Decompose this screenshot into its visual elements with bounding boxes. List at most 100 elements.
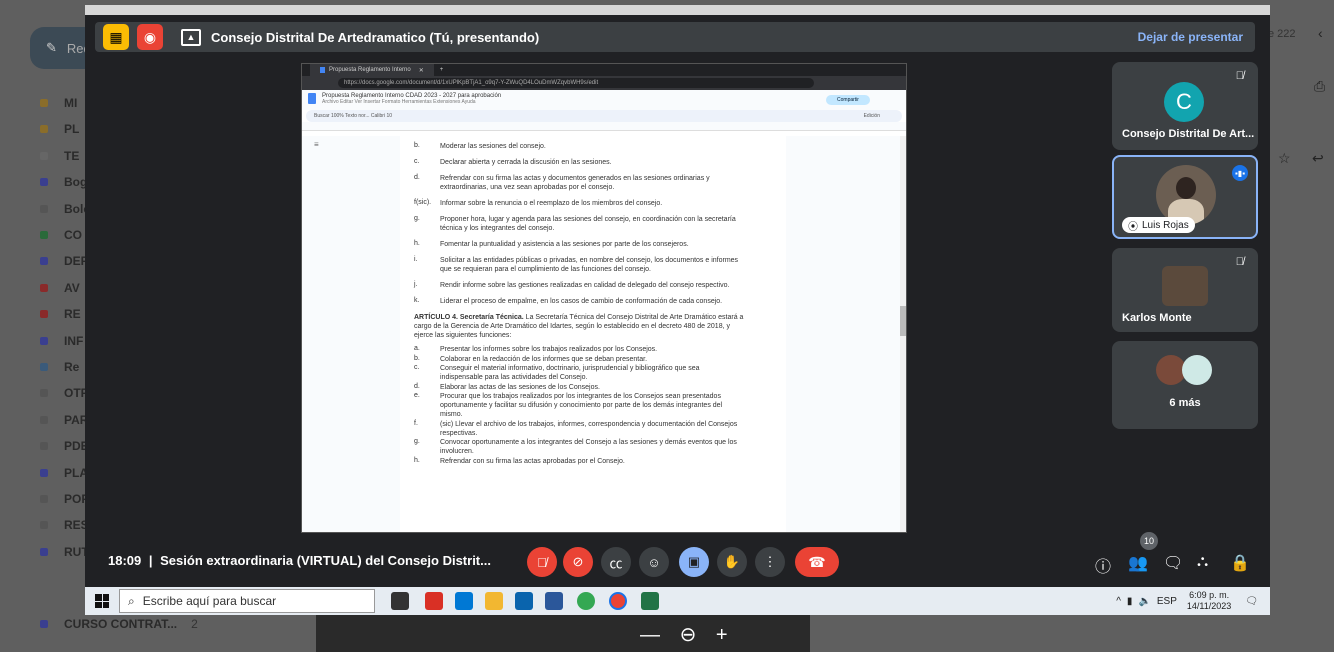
record-icon[interactable]: ◉: [137, 24, 163, 50]
list-marker: i.: [414, 256, 418, 263]
participant-tile-karlos[interactable]: 🎙̸ Karlos Monte: [1112, 248, 1258, 332]
gmail-folder[interactable]: PLA: [40, 460, 88, 486]
volume-icon[interactable]: 🔈: [1138, 596, 1150, 607]
more-participants-tile[interactable]: 6 más: [1112, 341, 1258, 429]
chevron-up-icon[interactable]: ^: [1116, 596, 1121, 607]
activities-icon[interactable]: ⛬: [1197, 553, 1208, 571]
task-view-icon[interactable]: [391, 592, 409, 610]
doc-text-line: Solicitar a las entidades públicas o pri…: [440, 257, 739, 264]
gmail-folder[interactable]: DEF: [40, 248, 88, 274]
participant-tile-consejo[interactable]: 🎙̸ C Consejo Distrital De Art...: [1112, 62, 1258, 150]
gmail-folder[interactable]: RES: [40, 512, 89, 538]
gmail-folder[interactable]: CO: [40, 222, 82, 248]
list-marker: f(sic).: [414, 199, 432, 206]
folder-label: PL: [64, 122, 80, 137]
gmail-folder[interactable]: Bole: [40, 196, 90, 222]
meeting-name: Sesión extraordinaria (VIRTUAL) del Cons…: [160, 553, 491, 568]
file-explorer-icon[interactable]: [485, 592, 503, 610]
close-icon[interactable]: ✕: [419, 67, 424, 74]
gmail-folder[interactable]: AV: [40, 275, 80, 301]
folder-label: MI: [64, 96, 78, 110]
chevron-left-icon[interactable]: ‹: [1318, 25, 1323, 41]
chrome-active-icon[interactable]: [609, 592, 627, 610]
doc-text-line: técnica y los integrantes del consejo.: [440, 225, 555, 232]
window-top-strip: [85, 5, 1270, 15]
gmail-folder[interactable]: RUT: [40, 539, 89, 565]
gmail-folder[interactable]: POF: [40, 486, 89, 512]
label-color-icon: [40, 99, 48, 107]
label-color-icon: [40, 151, 48, 160]
gmail-folder[interactable]: TE: [40, 143, 79, 169]
article-heading: ARTÍCULO 4. Secretaría Técnica. La Secre…: [414, 313, 784, 322]
calculator-icon[interactable]: [545, 592, 563, 610]
camera-toggle-button[interactable]: ⊘: [563, 547, 593, 577]
stop-presenting-button[interactable]: Dejar de presentar: [1138, 30, 1243, 44]
chat-icon[interactable]: 🗨: [1163, 553, 1183, 573]
zoom-out-icon[interactable]: —: [640, 624, 660, 646]
gmail-folder[interactable]: PAR: [40, 407, 88, 433]
battery-icon[interactable]: ▮: [1127, 596, 1133, 607]
gmail-folder-curso[interactable]: CURSO CONTRAT... 2: [40, 617, 198, 631]
doc-text-line: Convocar oportunamente a los integrantes…: [440, 439, 737, 446]
share-button[interactable]: Compartir: [826, 95, 870, 105]
gmail-folder[interactable]: Bog: [40, 169, 87, 195]
hide-tile-icon[interactable]: ▦: [103, 24, 129, 50]
label-color-icon: [40, 204, 48, 213]
browser-tab[interactable]: Propuesta Reglamento Interno ✕: [310, 64, 434, 76]
excel-icon[interactable]: [641, 592, 659, 610]
doc-page: b. Moderar las sesiones del consejo. c. Dec…: [400, 136, 786, 532]
search-icon: ⌕: [128, 593, 135, 608]
doc-text-line: Informar sobre la renuncia o el reemplaz…: [440, 200, 663, 207]
raise-hand-button[interactable]: ✋: [717, 547, 747, 577]
present-button[interactable]: ▣: [679, 547, 709, 577]
chrome-icon[interactable]: [577, 592, 595, 610]
participant-tile-luis[interactable]: ▪▮▪ ⦿ Luis Rojas: [1112, 155, 1258, 239]
edit-mode-dropdown[interactable]: Edición: [864, 110, 880, 122]
gmail-folder[interactable]: INF: [40, 328, 83, 354]
info-icon[interactable]: ⓘ: [1095, 553, 1111, 577]
folder-label: CURSO CONTRAT...: [64, 617, 178, 631]
captions-button[interactable]: ㏄: [601, 547, 631, 577]
shared-screen: Propuesta Reglamento Interno ✕ + https:/…: [301, 63, 907, 533]
doc-text-line: ejerce las siguientes funciones:: [414, 332, 512, 339]
more-count: 6 más: [1169, 397, 1201, 409]
doc-text-line: Presentar los informes sobre los trabajo…: [440, 346, 658, 353]
label-color-icon: [40, 521, 48, 530]
host-controls-icon[interactable]: 🔒: [1230, 553, 1250, 573]
windows-start-icon[interactable]: [95, 594, 109, 608]
mic-toggle-button[interactable]: 🎙̸: [527, 547, 557, 577]
gmail-folder[interactable]: PL: [40, 116, 79, 142]
list-marker: a.: [414, 345, 420, 352]
outline-icon[interactable]: ≡: [314, 140, 319, 149]
speaking-indicator-icon: ▪▮▪: [1232, 165, 1248, 181]
gmail-folder[interactable]: MI: [40, 90, 77, 116]
doc-scrollbar[interactable]: [900, 136, 906, 532]
people-icon[interactable]: 👥: [1128, 553, 1148, 573]
new-tab-icon[interactable]: +: [440, 67, 444, 73]
doc-text-line: mismo.: [440, 411, 463, 418]
print-icon[interactable]: ⎙: [1314, 78, 1325, 95]
gmail-folder[interactable]: Re: [40, 354, 79, 380]
gmail-folder[interactable]: PDE: [40, 433, 89, 459]
language-indicator[interactable]: ESP: [1157, 596, 1177, 607]
docs-menubar[interactable]: Archivo Editar Ver Insertar Formato Herr…: [322, 99, 501, 105]
url-field[interactable]: https://docs.google.com/document/d/1xUPl…: [338, 78, 814, 88]
mail-icon[interactable]: [515, 592, 533, 610]
acrobat-icon[interactable]: [425, 592, 443, 610]
clock[interactable]: 6:09 p. m. 14/11/2023: [1187, 590, 1231, 612]
gmail-folder[interactable]: RE: [40, 301, 81, 327]
zoom-reset-icon[interactable]: ⊖: [680, 624, 697, 646]
participant-name: Karlos Monte: [1122, 312, 1192, 324]
scroll-thumb[interactable]: [900, 306, 906, 336]
leave-call-button[interactable]: ☎: [795, 547, 839, 577]
gmail-folder[interactable]: OTF: [40, 380, 88, 406]
more-options-button[interactable]: ⋮: [755, 547, 785, 577]
notifications-icon[interactable]: 🗨: [1245, 596, 1258, 607]
reply-icon[interactable]: ↩: [1312, 150, 1324, 167]
browser-address-bar: https://docs.google.com/document/d/1xUPl…: [302, 76, 906, 90]
emoji-button[interactable]: ☺: [639, 547, 669, 577]
star-icon[interactable]: ☆: [1278, 150, 1291, 167]
store-icon[interactable]: [455, 592, 473, 610]
zoom-in-icon[interactable]: +: [716, 624, 728, 646]
taskbar-search[interactable]: ⌕ Escribe aquí para buscar: [119, 589, 375, 613]
